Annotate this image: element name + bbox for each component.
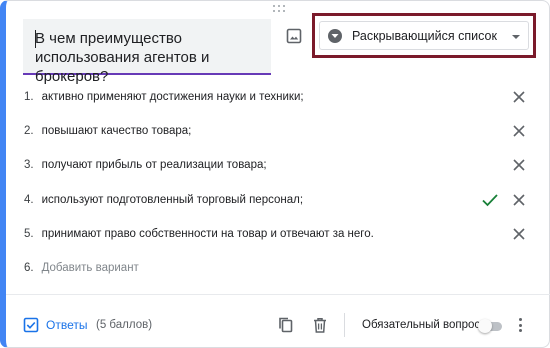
trash-icon[interactable] (311, 316, 329, 334)
option-row-5[interactable]: 5. принимают право собственности на това… (24, 224, 374, 244)
option-number: 1. (24, 91, 34, 103)
add-option-text[interactable]: Добавить вариант (42, 262, 139, 274)
question-card: В чем преимущество использования агентов… (0, 0, 550, 348)
add-option-row[interactable]: 6. Добавить вариант (24, 258, 139, 278)
question-title-input[interactable]: В чем преимущество использования агентов… (23, 19, 271, 85)
option-row-2[interactable]: 2. повышают качество товара; (24, 121, 191, 141)
option-number: 6. (24, 262, 34, 274)
option-text[interactable]: используют подготовленный торговый персо… (42, 194, 303, 206)
option-number: 3. (24, 159, 34, 171)
close-icon[interactable] (511, 192, 527, 208)
more-options-button[interactable] (515, 317, 525, 333)
option-row-1[interactable]: 1. активно применяют достижения науки и … (24, 87, 304, 107)
toggle-thumb (478, 319, 492, 333)
answer-key-button[interactable]: Ответы (23, 315, 87, 335)
option-row-3[interactable]: 3. получают прибыль от реализации товара… (24, 155, 267, 175)
close-icon[interactable] (511, 226, 527, 242)
drag-handle[interactable] (273, 5, 287, 13)
answer-key-label: Ответы (46, 318, 88, 332)
checkmark-icon (482, 194, 498, 207)
option-number: 5. (24, 228, 34, 240)
question-title-text: В чем преимущество использования агентов… (35, 30, 210, 85)
chevron-down-icon (512, 35, 520, 39)
footer-vertical-divider (344, 313, 345, 337)
close-icon[interactable] (511, 157, 527, 173)
footer-divider (6, 294, 550, 295)
required-toggle[interactable] (478, 319, 504, 333)
close-icon[interactable] (511, 123, 527, 139)
option-number: 4. (24, 194, 34, 206)
option-text[interactable]: принимают право собственности на товар и… (42, 228, 374, 240)
points-label: (5 баллов) (96, 319, 153, 331)
option-number: 2. (24, 125, 34, 137)
question-type-label: Раскрывающийся список (352, 28, 497, 43)
question-type-dropdown[interactable]: Раскрывающийся список (312, 13, 536, 58)
option-text[interactable]: повышают качество товара; (42, 125, 192, 137)
option-text[interactable]: активно применяют достижения науки и тех… (42, 91, 304, 103)
checkbox-checked-icon (23, 317, 39, 333)
question-type-select-box[interactable]: Раскрывающийся список (319, 21, 529, 50)
close-icon[interactable] (511, 89, 527, 105)
more-vert-icon (518, 318, 522, 321)
dropdown-circle-icon (328, 28, 342, 43)
add-image-button[interactable] (284, 26, 304, 46)
option-text[interactable]: получают прибыль от реализации товара; (42, 159, 267, 171)
option-row-4[interactable]: 4. используют подготовленный торговый пе… (24, 190, 303, 210)
required-label: Обязательный вопрос (362, 319, 481, 331)
image-icon (286, 28, 302, 44)
copy-icon[interactable] (277, 316, 295, 334)
